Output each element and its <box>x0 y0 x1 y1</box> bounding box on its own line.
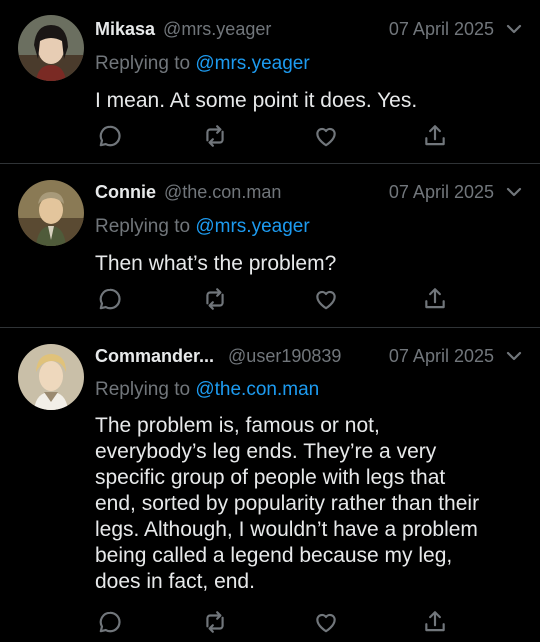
like-button[interactable] <box>313 609 339 635</box>
reply-icon <box>99 611 121 633</box>
like-icon <box>316 613 336 633</box>
like-button[interactable] <box>313 286 339 312</box>
chevron-down-icon[interactable] <box>506 21 522 37</box>
display-name[interactable]: Connie <box>95 182 156 203</box>
replying-to-label: Replying to <box>95 53 191 74</box>
tweet-date: 07 April 2025 <box>388 181 494 202</box>
replying-to-label: Replying to <box>95 216 191 237</box>
share-icon <box>425 611 445 632</box>
reply-tweet: Mikasa @mrs.yeager 07 April 2025 Replyin… <box>0 0 540 163</box>
share-button[interactable] <box>422 123 448 149</box>
retweet-icon <box>206 611 224 633</box>
replying-to: Replying to @mrs.yeager <box>95 53 310 75</box>
action-bar <box>95 123 455 149</box>
reply-tweet: Commander... @user190839 07 April 2025 R… <box>0 328 540 642</box>
reply-tweet: Connie @the.con.man 07 April 2025 Replyi… <box>0 164 540 327</box>
tweet-text-line: legs. Although, I wouldn’t have a proble… <box>95 518 478 541</box>
user-handle[interactable]: @user190839 <box>228 346 341 367</box>
share-icon <box>425 125 445 146</box>
retweet-icon <box>206 125 224 147</box>
retweet-button[interactable] <box>202 609 228 635</box>
tweet-text-line: end, sorted by popularity rather than th… <box>95 492 480 515</box>
chevron-down-icon[interactable] <box>506 184 522 200</box>
like-icon <box>316 127 336 147</box>
tweet-text-line: does in fact, end. <box>95 570 255 593</box>
replying-to: Replying to @mrs.yeager <box>95 216 310 238</box>
replying-to-mention[interactable]: @mrs.yeager <box>195 216 309 237</box>
user-handle[interactable]: @the.con.man <box>164 182 281 203</box>
tweet-text-line: specific group of people with legs that <box>95 466 446 489</box>
share-button[interactable] <box>422 286 448 312</box>
reply-button[interactable] <box>97 123 123 149</box>
tweet-header: Commander... @user190839 07 April 2025 <box>95 343 522 369</box>
tweet-text: The problem is, famous or not, everybody… <box>95 413 525 595</box>
display-name[interactable]: Mikasa <box>95 19 155 40</box>
replying-to-mention[interactable]: @mrs.yeager <box>195 53 309 74</box>
replying-to-label: Replying to <box>95 379 191 400</box>
share-icon <box>425 288 445 309</box>
avatar[interactable] <box>18 180 84 246</box>
avatar[interactable] <box>18 15 84 81</box>
tweet-date: 07 April 2025 <box>388 18 494 39</box>
tweet-date: 07 April 2025 <box>388 345 494 366</box>
like-button[interactable] <box>313 123 339 149</box>
retweet-button[interactable] <box>202 123 228 149</box>
tweet-text-line: being called a legend because my leg, <box>95 544 453 567</box>
share-button[interactable] <box>422 609 448 635</box>
tweet-header: Mikasa @mrs.yeager 07 April 2025 <box>95 16 522 42</box>
tweet-text-line: everybody’s leg ends. They’re a very <box>95 440 437 463</box>
like-icon <box>316 290 336 310</box>
tweet-text: I mean. At some point it does. Yes. <box>95 89 418 112</box>
action-bar <box>95 609 455 635</box>
reply-button[interactable] <box>97 286 123 312</box>
tweet-text-line: The problem is, famous or not, <box>95 414 380 437</box>
tweet-header: Connie @the.con.man 07 April 2025 <box>95 179 522 205</box>
reply-button[interactable] <box>97 609 123 635</box>
reply-icon <box>99 125 121 147</box>
user-handle[interactable]: @mrs.yeager <box>163 19 271 40</box>
replying-to: Replying to @the.con.man <box>95 379 319 401</box>
action-bar <box>95 286 455 312</box>
tweet-text: Then what’s the problem? <box>95 252 337 275</box>
chevron-down-icon[interactable] <box>506 348 522 364</box>
reply-icon <box>99 288 121 310</box>
avatar[interactable] <box>18 344 84 410</box>
display-name[interactable]: Commander... <box>95 346 214 367</box>
retweet-button[interactable] <box>202 286 228 312</box>
replying-to-mention[interactable]: @the.con.man <box>195 379 319 400</box>
retweet-icon <box>206 288 224 310</box>
